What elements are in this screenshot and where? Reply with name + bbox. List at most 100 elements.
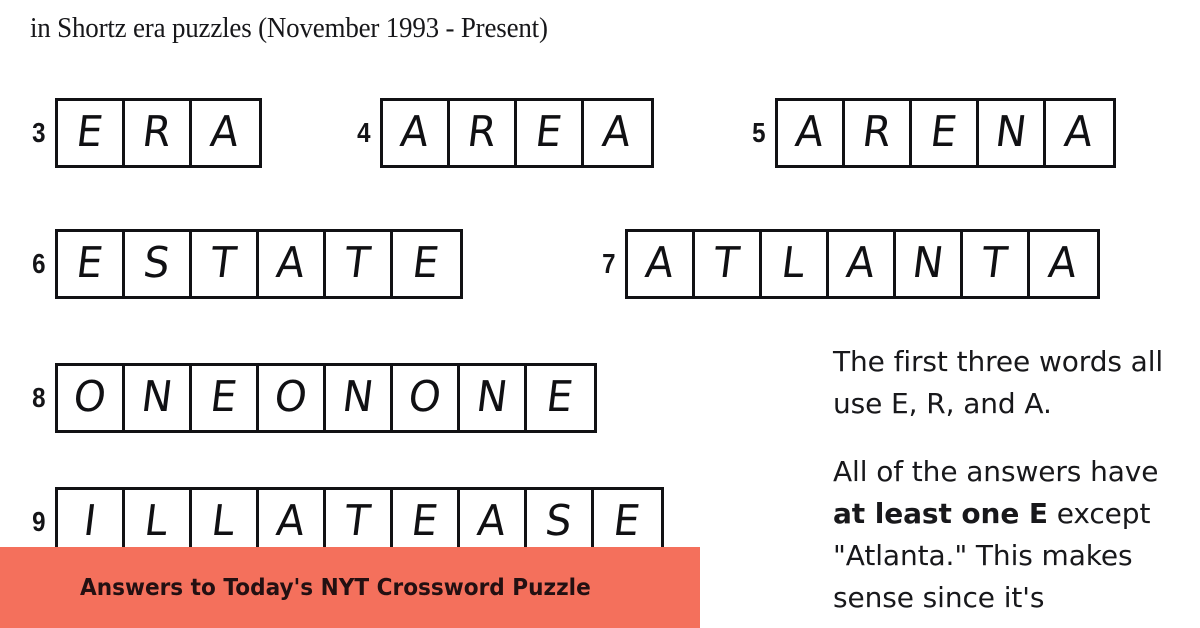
entry-number: 9 xyxy=(32,506,46,537)
grid-cell: T xyxy=(962,232,1030,296)
cell-letter: L xyxy=(209,496,238,546)
grid-cell: E xyxy=(593,490,661,554)
cell-letter: L xyxy=(779,238,808,288)
grid-cell: E xyxy=(526,366,594,430)
grid-cell: L xyxy=(761,232,829,296)
grid-cell: O xyxy=(392,366,460,430)
cell-letter: E xyxy=(532,107,565,157)
cell-letter: E xyxy=(410,238,442,288)
crossword-entry-7: 7 A T L A N T A xyxy=(600,229,1100,299)
grid-cell: L xyxy=(191,490,259,554)
grid-cell: S xyxy=(526,490,594,554)
cell-letter: A xyxy=(792,107,827,157)
grid-cell: E xyxy=(191,366,259,430)
cell-letter: A xyxy=(397,107,432,157)
grid-cell: E xyxy=(516,101,584,165)
grid-cell: A xyxy=(382,101,450,165)
cell-letter: N xyxy=(473,372,510,422)
grid-cell: T xyxy=(694,232,762,296)
grid-cell: N xyxy=(325,366,393,430)
cell-letter: T xyxy=(208,238,240,288)
paragraph-2-lead: All of the answers have xyxy=(833,455,1159,488)
grid-cell: A xyxy=(459,490,527,554)
crossword-entry-4: 4 A R E A xyxy=(355,98,654,168)
entry-number: 5 xyxy=(752,117,766,148)
cell-letter: A xyxy=(474,496,509,546)
entry-number: 3 xyxy=(32,117,46,148)
answer-grid: A T L A N T A xyxy=(624,229,1100,299)
grid-cell: A xyxy=(627,232,695,296)
entry-number: 7 xyxy=(602,248,616,279)
entry-number: 6 xyxy=(32,248,46,279)
crossword-entry-5: 5 A R E N A xyxy=(750,98,1116,168)
entry-number: 4 xyxy=(357,117,371,148)
cell-letter: A xyxy=(642,238,677,288)
cell-letter: E xyxy=(544,372,576,422)
cell-letter: L xyxy=(142,496,171,546)
cell-letter: E xyxy=(927,107,960,157)
grid-cell: O xyxy=(57,366,125,430)
grid-cell: N xyxy=(124,366,192,430)
cell-letter: E xyxy=(73,107,106,157)
grid-cell: R xyxy=(449,101,517,165)
commentary-paragraph-2: All of the answers have at least one E e… xyxy=(833,451,1185,619)
cell-letter: R xyxy=(139,107,174,157)
commentary-paragraph-1: The first three words all use E, R, and … xyxy=(833,345,1164,420)
grid-cell: L xyxy=(124,490,192,554)
cell-letter: O xyxy=(70,372,109,422)
cell-letter: A xyxy=(600,107,635,157)
cell-letter: R xyxy=(464,107,499,157)
grid-cell: A xyxy=(191,101,259,165)
grid-cell: T xyxy=(191,232,259,296)
page-title: in Shortz era puzzles (November 1993 - P… xyxy=(30,12,548,44)
grid-cell: N xyxy=(895,232,963,296)
grid-cell: E xyxy=(911,101,979,165)
entry-number: 8 xyxy=(32,382,46,413)
grid-cell: A xyxy=(1045,101,1113,165)
cell-letter: A xyxy=(843,238,878,288)
answer-grid: A R E N A xyxy=(774,98,1116,168)
cell-letter: N xyxy=(992,107,1029,157)
answer-grid: O N E O N O N E xyxy=(54,363,597,433)
answer-grid: E R A xyxy=(54,98,262,168)
grid-cell: T xyxy=(325,232,393,296)
grid-cell: S xyxy=(124,232,192,296)
cell-letter: N xyxy=(138,372,175,422)
cell-letter: E xyxy=(73,238,106,288)
grid-cell: N xyxy=(978,101,1046,165)
cell-letter: S xyxy=(542,496,575,546)
grid-cell: R xyxy=(844,101,912,165)
crossword-entry-8: 8 O N E O N O N E xyxy=(30,363,597,433)
grid-cell: E xyxy=(57,232,125,296)
cell-letter: T xyxy=(979,238,1011,288)
grid-cell: A xyxy=(258,490,326,554)
cell-letter: I xyxy=(80,496,99,546)
grid-cell: A xyxy=(1029,232,1097,296)
cell-letter: A xyxy=(1062,107,1097,157)
grid-cell: T xyxy=(325,490,393,554)
cell-letter: A xyxy=(273,238,308,288)
cell-letter: E xyxy=(207,372,240,422)
cell-letter: T xyxy=(342,238,374,288)
grid-cell: I xyxy=(57,490,125,554)
grid-cell: A xyxy=(258,232,326,296)
banner-title: Answers to Today's NYT Crossword Puzzle xyxy=(80,574,591,601)
cell-letter: T xyxy=(711,238,743,288)
crossword-entry-6: 6 E S T A T E xyxy=(30,229,463,299)
grid-cell: E xyxy=(392,490,460,554)
cell-letter: O xyxy=(405,372,444,422)
cell-letter: N xyxy=(909,238,946,288)
commentary-panel: The first three words all use E, R, and … xyxy=(833,341,1185,619)
cell-letter: S xyxy=(140,238,173,288)
grid-cell: A xyxy=(583,101,651,165)
crossword-entry-3: 3 E R A xyxy=(30,98,262,168)
bottom-banner: Answers to Today's NYT Crossword Puzzle xyxy=(0,547,700,628)
paragraph-2-emphasis: at least one E xyxy=(833,497,1048,530)
cell-letter: A xyxy=(208,107,243,157)
grid-cell: R xyxy=(124,101,192,165)
grid-cell: E xyxy=(392,232,460,296)
cell-letter: E xyxy=(408,496,441,546)
cell-letter: A xyxy=(273,496,308,546)
cell-letter: N xyxy=(339,372,376,422)
cell-letter: E xyxy=(611,496,643,546)
